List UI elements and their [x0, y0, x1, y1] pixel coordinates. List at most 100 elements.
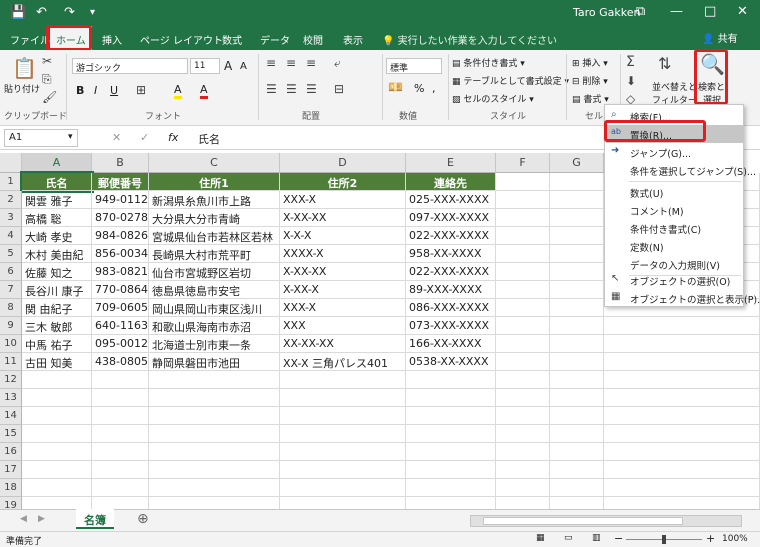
empty-cell[interactable]	[149, 389, 280, 407]
empty-cell[interactable]	[604, 461, 760, 479]
empty-cell[interactable]	[280, 443, 406, 461]
user-name[interactable]: Taro Gakken	[573, 6, 641, 19]
table-cell[interactable]: 438-0805	[92, 353, 149, 371]
column-header[interactable]: C	[149, 153, 280, 173]
empty-cell[interactable]	[496, 173, 550, 191]
empty-cell[interactable]	[550, 281, 604, 299]
tab-page-layout[interactable]: ページ レイアウト	[140, 32, 223, 47]
empty-cell[interactable]	[550, 461, 604, 479]
tab-formulas[interactable]: 数式	[222, 32, 242, 47]
empty-cell[interactable]	[550, 389, 604, 407]
empty-cell[interactable]	[149, 461, 280, 479]
menu-item-goto[interactable]: ➜ ジャンプ(G)...	[606, 143, 743, 161]
empty-cell[interactable]	[550, 425, 604, 443]
underline-button[interactable]: U	[110, 84, 118, 97]
row-header[interactable]: 18	[0, 479, 22, 497]
empty-cell[interactable]	[604, 317, 760, 335]
table-cell[interactable]: 高橋 聡	[22, 209, 92, 227]
empty-cell[interactable]	[149, 425, 280, 443]
shrink-font-button[interactable]: A	[240, 61, 247, 72]
customize-quick-access-icon[interactable]: ▾	[90, 7, 95, 18]
table-cell[interactable]: XX-XX-XX	[280, 335, 406, 353]
merge-center-icon[interactable]: ⊟	[334, 82, 344, 96]
row-header[interactable]: 15	[0, 425, 22, 443]
zoom-level[interactable]: 100%	[722, 534, 748, 544]
empty-cell[interactable]	[550, 227, 604, 245]
align-top-icon[interactable]: ≡	[266, 56, 276, 70]
table-cell[interactable]: 095-0012	[92, 335, 149, 353]
empty-cell[interactable]	[604, 479, 760, 497]
zoom-slider-thumb[interactable]	[662, 535, 666, 544]
save-icon[interactable]: 💾	[10, 5, 26, 20]
empty-cell[interactable]	[496, 371, 550, 389]
scroll-right-icon[interactable]: ▶	[38, 514, 45, 524]
row-header[interactable]: 13	[0, 389, 22, 407]
empty-cell[interactable]	[550, 335, 604, 353]
table-cell[interactable]: 022-XXX-XXXX	[406, 263, 496, 281]
percent-button[interactable]: %	[414, 82, 424, 95]
table-cell[interactable]: 770-0864	[92, 281, 149, 299]
table-cell[interactable]: 0538-XX-XXXX	[406, 353, 496, 371]
empty-cell[interactable]	[406, 443, 496, 461]
menu-item-conditional-format[interactable]: 条件付き書式(C)	[606, 219, 743, 237]
name-box[interactable]: A1	[4, 129, 78, 147]
empty-cell[interactable]	[604, 389, 760, 407]
table-cell[interactable]: 022-XXX-XXXX	[406, 227, 496, 245]
header-cell[interactable]: 住所2	[280, 173, 406, 191]
tab-data[interactable]: データ	[260, 32, 290, 47]
row-header[interactable]: 1	[0, 173, 22, 191]
zoom-in-button[interactable]: +	[706, 532, 715, 545]
table-cell[interactable]: XXXX-X	[280, 245, 406, 263]
align-center-icon[interactable]: ☰	[286, 82, 297, 96]
table-cell[interactable]: XXX-X	[280, 299, 406, 317]
comma-button[interactable]: ,	[432, 82, 436, 95]
bold-button[interactable]: B	[76, 84, 84, 97]
table-cell[interactable]: 北海道士別市東一条	[149, 335, 280, 353]
font-size-select[interactable]: 11	[190, 58, 220, 74]
normal-view-icon[interactable]: ▦	[536, 533, 545, 543]
header-cell[interactable]: 郵便番号	[92, 173, 149, 191]
row-header[interactable]: 8	[0, 299, 22, 317]
empty-cell[interactable]	[22, 461, 92, 479]
empty-cell[interactable]	[496, 389, 550, 407]
empty-cell[interactable]	[604, 371, 760, 389]
scroll-left-icon[interactable]: ◀	[20, 514, 27, 524]
empty-cell[interactable]	[550, 245, 604, 263]
empty-cell[interactable]	[604, 407, 760, 425]
table-cell[interactable]: 097-XXX-XXXX	[406, 209, 496, 227]
row-header[interactable]: 3	[0, 209, 22, 227]
table-cell[interactable]: 89-XXX-XXXX	[406, 281, 496, 299]
empty-cell[interactable]	[22, 443, 92, 461]
align-middle-icon[interactable]: ≡	[286, 56, 296, 70]
empty-cell[interactable]	[22, 371, 92, 389]
minimize-icon[interactable]: —	[670, 4, 683, 19]
empty-cell[interactable]	[406, 479, 496, 497]
empty-cell[interactable]	[550, 443, 604, 461]
empty-cell[interactable]	[92, 407, 149, 425]
row-header[interactable]: 7	[0, 281, 22, 299]
grow-font-button[interactable]: A	[224, 59, 232, 73]
empty-cell[interactable]	[496, 245, 550, 263]
align-right-icon[interactable]: ☰	[306, 82, 317, 96]
table-cell[interactable]: 静岡県磐田市池田	[149, 353, 280, 371]
table-cell[interactable]: 025-XXX-XXXX	[406, 191, 496, 209]
row-header[interactable]: 12	[0, 371, 22, 389]
horizontal-scrollbar[interactable]	[470, 515, 742, 527]
table-cell[interactable]: 徳島県徳島市安宅	[149, 281, 280, 299]
copy-icon[interactable]: ⎘	[42, 72, 52, 87]
close-icon[interactable]: ✕	[737, 4, 748, 19]
italic-button[interactable]: I	[94, 84, 97, 97]
empty-cell[interactable]	[496, 209, 550, 227]
empty-cell[interactable]	[550, 191, 604, 209]
table-cell[interactable]: XXX	[280, 317, 406, 335]
empty-cell[interactable]	[22, 389, 92, 407]
table-cell[interactable]: 709-0605	[92, 299, 149, 317]
empty-cell[interactable]	[550, 173, 604, 191]
empty-cell[interactable]	[149, 407, 280, 425]
cancel-icon[interactable]: ✕	[112, 131, 121, 144]
page-layout-view-icon[interactable]: ▭	[564, 533, 573, 543]
border-icon[interactable]: ⊞	[136, 83, 146, 97]
table-cell[interactable]: 三木 敏郎	[22, 317, 92, 335]
align-left-icon[interactable]: ☰	[266, 82, 277, 96]
empty-cell[interactable]	[280, 389, 406, 407]
